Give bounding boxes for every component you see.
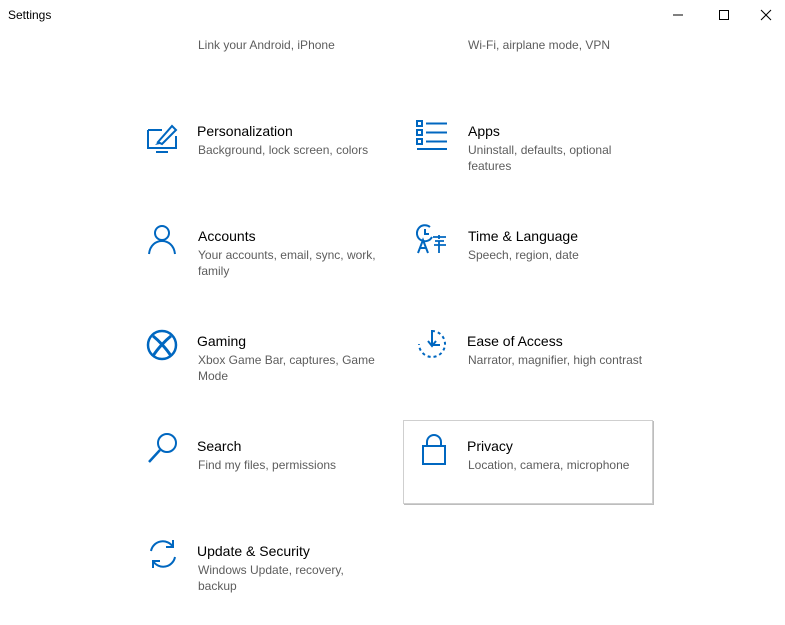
tile-search-label: Search xyxy=(197,438,242,454)
close-button[interactable] xyxy=(747,0,785,30)
phone-icon xyxy=(146,30,180,44)
tile-privacy-desc: Location, camera, microphone xyxy=(468,458,630,472)
tile-search[interactable]: Search Find my files, permissions xyxy=(146,433,396,519)
tile-personalization-label: Personalization xyxy=(197,123,293,139)
apps-list-icon xyxy=(416,120,450,154)
tile-privacy[interactable]: Privacy Location, camera, microphone xyxy=(403,420,653,504)
lock-icon xyxy=(418,432,452,466)
tile-update-security-label: Update & Security xyxy=(197,543,310,559)
minimize-button[interactable] xyxy=(655,0,701,30)
maximize-icon xyxy=(719,10,729,20)
tile-update-security-desc: Windows Update, recovery, backup xyxy=(198,563,344,593)
tile-accounts-label: Accounts xyxy=(198,228,256,244)
tile-network[interactable]: Wi-Fi, airplane mode, VPN xyxy=(416,30,666,94)
tile-ease-of-access-desc: Narrator, magnifier, high contrast xyxy=(468,353,643,367)
minimize-icon xyxy=(673,14,683,16)
tile-personalization-desc: Background, lock screen, colors xyxy=(198,143,369,157)
time-language-icon xyxy=(416,223,450,257)
close-icon xyxy=(760,9,772,21)
tile-phone-desc: Link your Android, iPhone xyxy=(198,38,335,52)
tile-network-desc: Wi-Fi, airplane mode, VPN xyxy=(468,38,611,52)
tile-phone[interactable]: Link your Android, iPhone xyxy=(146,30,396,94)
tile-gaming[interactable]: Gaming Xbox Game Bar, captures, Game Mod… xyxy=(146,329,396,414)
window-title: Settings xyxy=(8,8,52,22)
person-icon xyxy=(146,223,180,257)
tile-apps[interactable]: Apps Uninstall, defaults, optional featu… xyxy=(416,120,666,204)
tile-ease-of-access[interactable]: Ease of Access Narrator, magnifier, high… xyxy=(416,330,666,414)
settings-content: Link your Android, iPhone Wi-Fi, airplan… xyxy=(0,30,785,625)
tile-ease-of-access-label: Ease of Access xyxy=(467,333,563,349)
maximize-button[interactable] xyxy=(701,0,747,30)
tile-apps-label: Apps xyxy=(468,123,500,139)
tile-time-language-label: Time & Language xyxy=(468,228,578,244)
magnifier-icon xyxy=(146,431,180,465)
xbox-icon xyxy=(146,329,180,363)
globe-icon xyxy=(416,30,450,44)
ease-of-access-icon xyxy=(416,328,450,362)
title-bar: Settings xyxy=(0,0,785,30)
tile-update-security[interactable]: Update & Security Windows Update, recove… xyxy=(146,540,396,624)
tile-apps-desc: Uninstall, defaults, optional features xyxy=(468,143,612,173)
tile-time-language[interactable]: Time & Language Speech, region, date xyxy=(416,223,666,309)
sync-arrows-icon xyxy=(146,537,180,571)
tile-time-language-desc: Speech, region, date xyxy=(468,248,579,262)
paintbrush-screen-icon xyxy=(146,122,180,156)
tile-personalization[interactable]: Personalization Background, lock screen,… xyxy=(146,120,396,204)
tile-accounts-desc: Your accounts, email, sync, work, family xyxy=(198,248,376,278)
tile-search-desc: Find my files, permissions xyxy=(198,458,337,472)
tile-gaming-label: Gaming xyxy=(197,333,247,349)
tile-privacy-label: Privacy xyxy=(467,438,513,454)
tile-accounts[interactable]: Accounts Your accounts, email, sync, wor… xyxy=(146,225,396,309)
tile-gaming-desc: Xbox Game Bar, captures, Game Mode xyxy=(198,353,375,383)
